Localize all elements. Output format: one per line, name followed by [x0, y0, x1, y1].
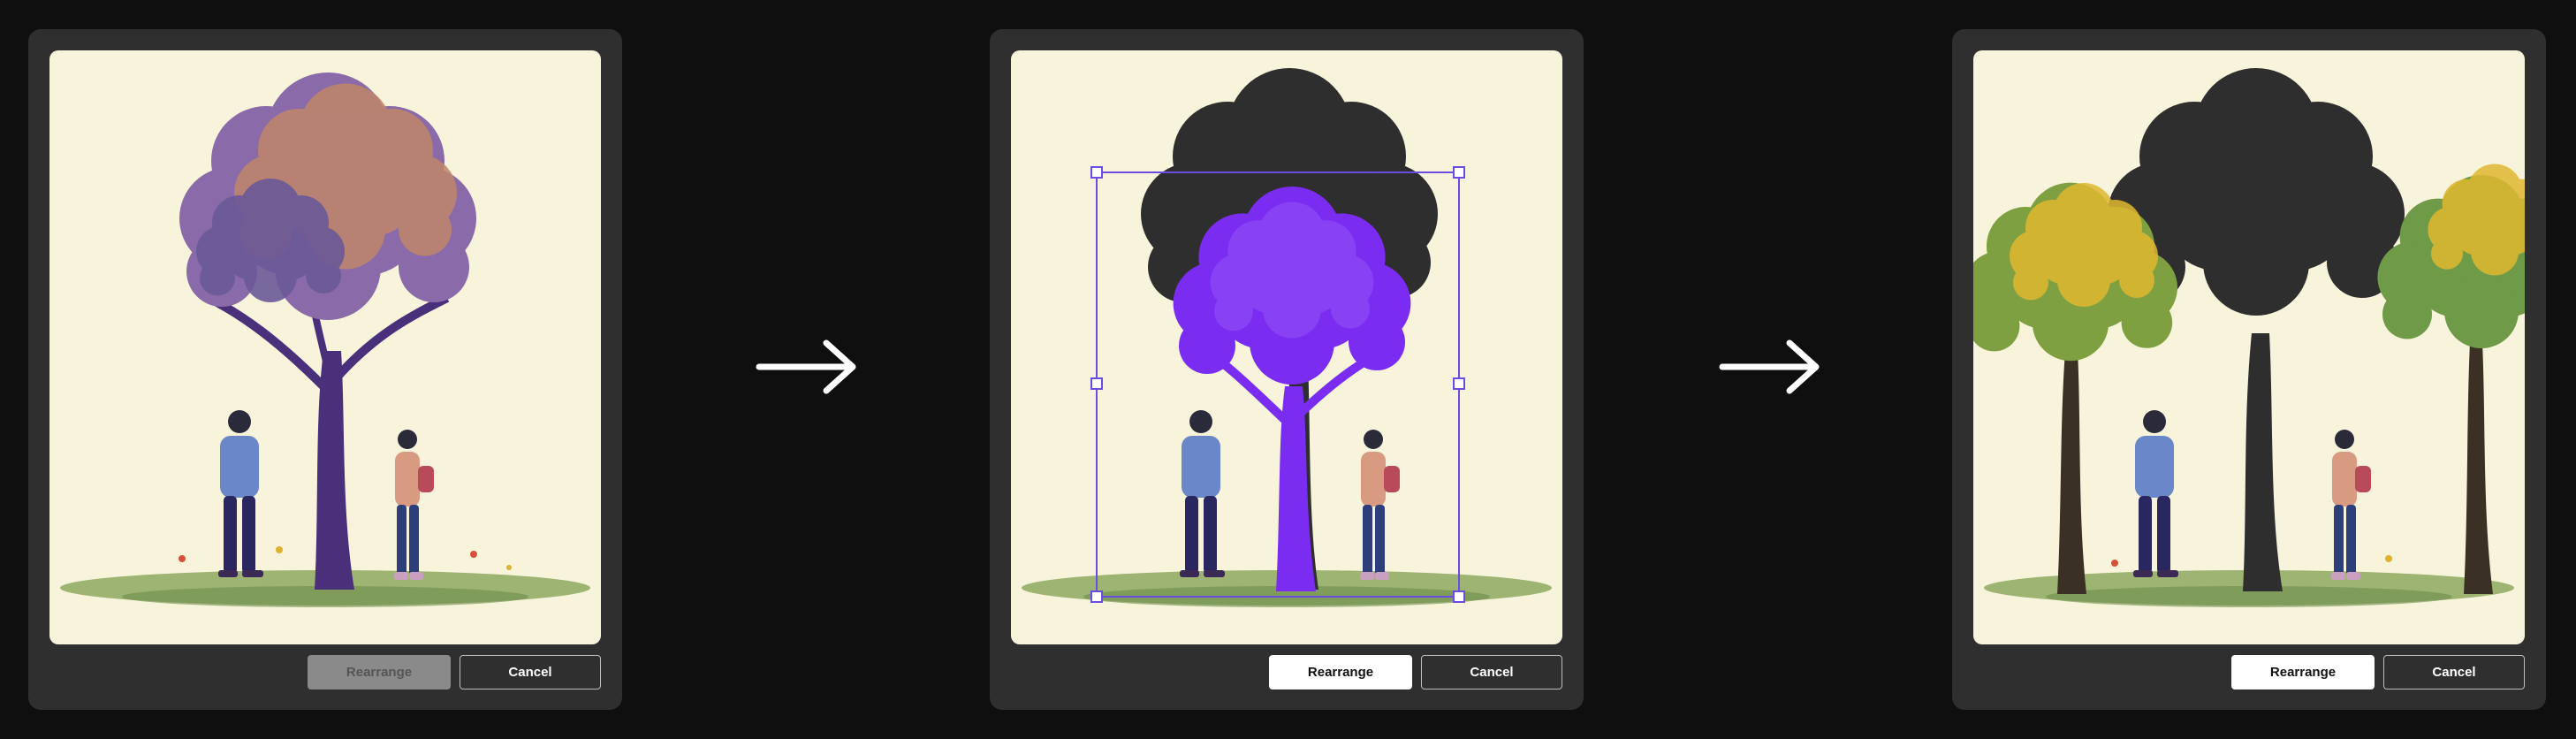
rearrange-button[interactable]: Rearrange [1269, 655, 1412, 689]
arrow-right-icon [756, 339, 856, 394]
editor-panel-original: Rearrange Cancel [28, 29, 622, 710]
rearrange-button[interactable]: Rearrange [308, 655, 451, 689]
rearrange-button[interactable]: Rearrange [2231, 655, 2375, 689]
image-canvas [1973, 50, 2525, 644]
editor-panel-selection: Rearrange Cancel [990, 29, 1584, 710]
cancel-button[interactable]: Cancel [460, 655, 601, 689]
selection-scene-image [1022, 68, 1552, 607]
arrow-right-icon [1719, 339, 1820, 394]
cancel-button[interactable]: Cancel [2383, 655, 2525, 689]
result-scene-image [1973, 68, 2525, 607]
editor-panel-result: Rearrange Cancel [1952, 29, 2546, 710]
image-canvas [1011, 50, 1562, 644]
image-canvas [49, 50, 601, 644]
cancel-button[interactable]: Cancel [1421, 655, 1562, 689]
original-scene-image [60, 72, 590, 607]
